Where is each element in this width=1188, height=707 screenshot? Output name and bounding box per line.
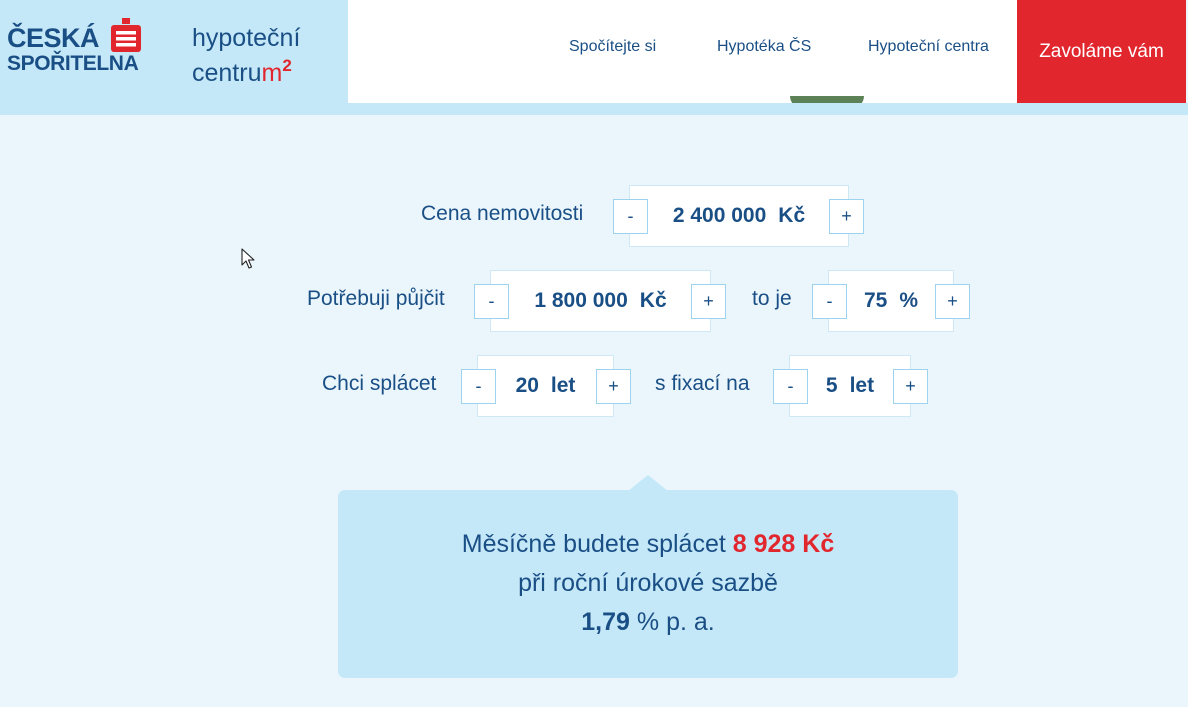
interest-rate-suffix: % p. a. bbox=[636, 608, 715, 636]
hypotecni-centrum-title: hypoteční bbox=[192, 24, 301, 52]
nav-spocitejte-si[interactable]: Spočítejte si bbox=[569, 38, 656, 56]
fix-value: 5 bbox=[825, 374, 838, 397]
nav-hypotecni-centra[interactable]: Hypoteční centra bbox=[868, 38, 989, 56]
hc-sub-prefix: centru bbox=[192, 59, 262, 87]
loan-label: Potřebuji půjčit bbox=[307, 287, 445, 310]
price-value: 2 400 000 bbox=[672, 204, 767, 227]
years-plus-button[interactable]: + bbox=[596, 369, 631, 404]
loan-value: 1 800 000 bbox=[534, 289, 628, 312]
mouse-pointer-icon bbox=[241, 248, 255, 269]
logo-s-icon bbox=[111, 18, 141, 52]
loan-unit: Kč bbox=[639, 289, 667, 312]
logo-line2: SPOŘITELNA bbox=[7, 52, 139, 75]
loan-plus-button[interactable]: + bbox=[691, 284, 726, 319]
result-panel: Měsíčně budete splácet 8 928 Kč při ročn… bbox=[338, 490, 958, 678]
years-label: Chci splácet bbox=[322, 372, 437, 395]
years-minus-button[interactable]: - bbox=[461, 369, 496, 404]
loan-minus-button[interactable]: - bbox=[474, 284, 509, 319]
price-plus-button[interactable]: + bbox=[829, 199, 864, 234]
loan-field[interactable]: 1 800 000 Kč bbox=[490, 270, 711, 332]
logo-line1: ČESKÁ bbox=[7, 23, 100, 53]
price-minus-button[interactable]: - bbox=[613, 199, 648, 234]
years-field[interactable]: 20 let bbox=[477, 355, 614, 417]
fix-label: s fixací na bbox=[655, 372, 750, 395]
zavolame-vam-button[interactable]: Zavoláme vám bbox=[1017, 0, 1186, 103]
ratio-label: to je bbox=[752, 287, 792, 310]
result-pointer bbox=[628, 475, 668, 491]
result-line3: 1,79 % p. a. bbox=[338, 608, 958, 637]
header-bottom-strip bbox=[0, 103, 1188, 115]
years-unit: let bbox=[550, 374, 576, 397]
price-unit: Kč bbox=[778, 204, 806, 227]
price-field[interactable]: 2 400 000 Kč bbox=[629, 185, 849, 247]
years-value: 20 bbox=[515, 374, 539, 397]
ratio-value: 75 bbox=[863, 289, 888, 312]
nav-hypoteka-cs[interactable]: Hypotéka ČS bbox=[717, 38, 811, 56]
result-line2: při roční úrokové sazbě bbox=[518, 569, 778, 597]
fix-plus-button[interactable]: + bbox=[893, 369, 928, 404]
ratio-unit: % bbox=[899, 289, 919, 312]
site-header: ČESKÁ SPOŘITELNA hypoteční centrum2 Spoč… bbox=[0, 0, 1188, 108]
fix-minus-button[interactable]: - bbox=[773, 369, 808, 404]
result-line1-prefix: Měsíčně budete splácet bbox=[461, 530, 726, 558]
ceska-sporitelna-logo[interactable]: ČESKÁ SPOŘITELNA bbox=[7, 18, 142, 80]
hc-sub-m: m bbox=[261, 59, 283, 87]
price-label: Cena nemovitosti bbox=[421, 202, 584, 225]
ratio-minus-button[interactable]: - bbox=[812, 284, 847, 319]
hypotecni-centrum-subtitle: centrum2 bbox=[192, 53, 292, 86]
fix-unit: let bbox=[849, 374, 875, 397]
result-line1: Měsíčně budete splácet 8 928 Kč bbox=[338, 530, 958, 559]
interest-rate-value: 1,79 bbox=[581, 608, 630, 636]
monthly-payment-amount: 8 928 Kč bbox=[732, 530, 835, 558]
ratio-plus-button[interactable]: + bbox=[935, 284, 970, 319]
hc-sub-sup: 2 bbox=[282, 56, 292, 75]
